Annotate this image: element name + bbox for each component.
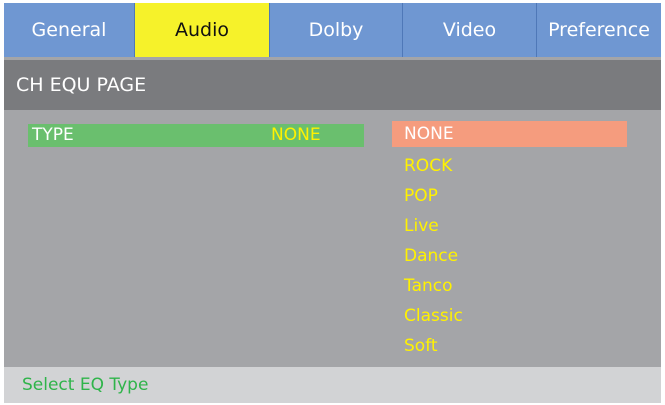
- option-none[interactable]: NONE: [392, 121, 627, 147]
- status-text: Select EQ Type: [22, 375, 149, 395]
- tab-dolby[interactable]: Dolby: [270, 3, 403, 57]
- type-setting-row[interactable]: TYPE NONE: [28, 124, 364, 147]
- option-dance[interactable]: Dance: [392, 241, 627, 271]
- tab-video[interactable]: Video: [403, 3, 537, 57]
- option-pop[interactable]: POP: [392, 181, 627, 211]
- type-value: NONE: [271, 125, 321, 145]
- type-label: TYPE: [32, 125, 74, 145]
- status-bar: Select EQ Type: [4, 367, 661, 403]
- option-classic[interactable]: Classic: [392, 301, 627, 331]
- tab-audio[interactable]: Audio: [135, 3, 270, 57]
- option-rock[interactable]: ROCK: [392, 151, 627, 181]
- tab-general[interactable]: General: [4, 3, 135, 57]
- option-live[interactable]: Live: [392, 211, 627, 241]
- page-title: CH EQU PAGE: [4, 60, 661, 110]
- option-tanco[interactable]: Tanco: [392, 271, 627, 301]
- option-soft[interactable]: Soft: [392, 331, 627, 361]
- setup-menu: General Audio Dolby Video Preference CH …: [4, 3, 661, 403]
- tab-preference[interactable]: Preference: [537, 3, 661, 57]
- eq-type-options: NONE ROCK POP Live Dance Tanco Classic S…: [392, 121, 627, 361]
- tab-bar: General Audio Dolby Video Preference: [4, 3, 661, 57]
